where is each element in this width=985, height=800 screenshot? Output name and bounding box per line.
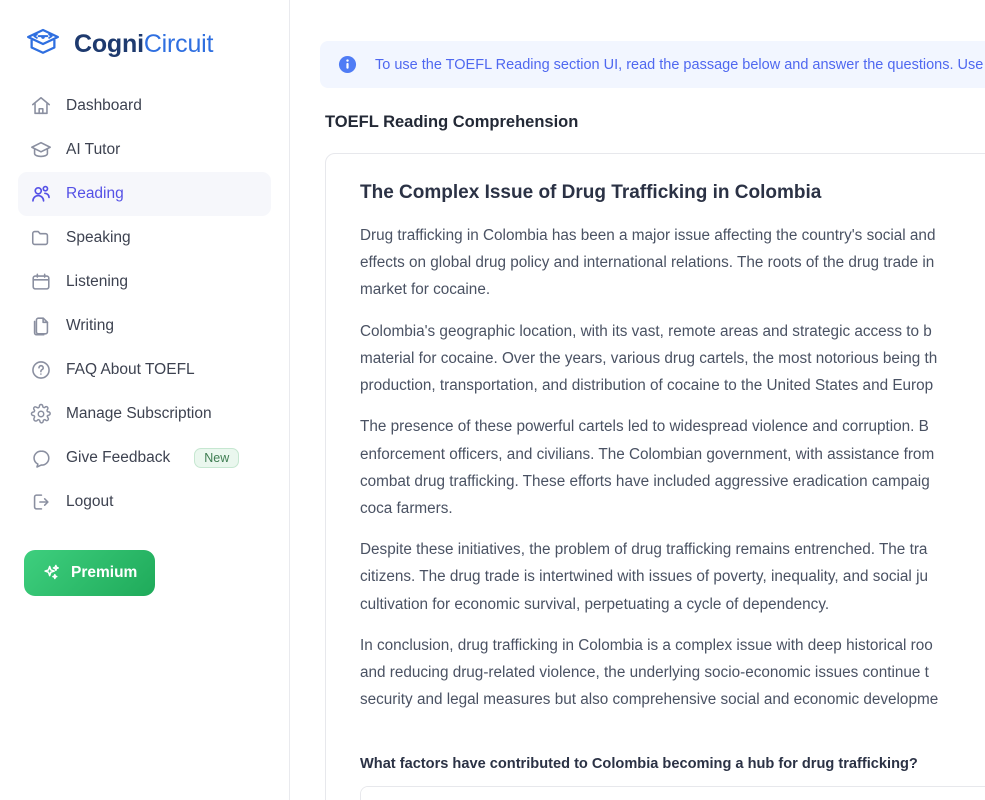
brand-name: CogniCircuit: [74, 30, 213, 59]
app-root: CogniCircuit Dashboard AI Tutor Reading …: [0, 0, 985, 800]
folder-icon: [30, 227, 52, 249]
sidebar-item-label: Manage Subscription: [66, 405, 212, 422]
passage-paragraph: Colombia's geographic location, with its…: [360, 322, 938, 395]
users-icon: [30, 183, 52, 205]
sidebar-item-label: Give Feedback: [66, 449, 171, 466]
sidebar-item-give-feedback[interactable]: Give Feedback New: [18, 436, 271, 480]
passage-paragraph: Despite these initiatives, the problem o…: [360, 541, 928, 613]
sidebar-item-label: Listening: [66, 273, 129, 290]
main-content: To use the TOEFL Reading section UI, rea…: [290, 0, 985, 800]
brand-name-part2: Circuit: [143, 29, 214, 58]
brand-logo[interactable]: CogniCircuit: [0, 0, 289, 72]
sidebar-item-ai-tutor[interactable]: AI Tutor: [18, 128, 271, 172]
sidebar-item-listening[interactable]: Listening: [18, 260, 271, 304]
question-block: What factors have contributed to Colombi…: [360, 756, 985, 800]
page-title: TOEFL Reading Comprehension: [325, 113, 579, 131]
passage-paragraph: Drug trafficking in Colombia has been a …: [360, 227, 936, 299]
copy-documents-icon: [30, 315, 52, 337]
chat-bubble-icon: [30, 447, 52, 469]
sidebar-item-dashboard[interactable]: Dashboard: [18, 84, 271, 128]
premium-button-label: Premium: [71, 564, 138, 581]
sidebar-item-reading[interactable]: Reading: [18, 172, 271, 216]
passage-paragraph: In conclusion, drug trafficking in Colom…: [360, 636, 939, 709]
info-banner-text: To use the TOEFL Reading section UI, rea…: [375, 56, 984, 73]
question-text: What factors have contributed to Colombi…: [360, 755, 918, 772]
calendar-icon: [30, 271, 52, 293]
passage-title: The Complex Issue of Drug Trafficking in…: [360, 182, 822, 203]
premium-button[interactable]: Premium: [24, 550, 156, 596]
info-circle-icon: [338, 55, 357, 74]
sidebar-item-label: Speaking: [66, 229, 131, 246]
sparkles-icon: [44, 564, 59, 580]
answer-options-list: A) Its geographic isolation and poor tra…: [360, 785, 985, 800]
answer-option-a[interactable]: A) Its geographic isolation and poor tra…: [361, 786, 985, 800]
sidebar-item-label: Logout: [66, 493, 114, 510]
status-badge: New: [194, 447, 240, 469]
sidebar-item-speaking[interactable]: Speaking: [18, 216, 271, 260]
sidebar-item-logout[interactable]: Logout: [18, 480, 271, 524]
gear-icon: [30, 403, 52, 425]
sidebar-item-manage-subscription[interactable]: Manage Subscription: [18, 392, 271, 436]
graduation-cap-circuit-icon: [22, 23, 64, 65]
passage-paragraph: The presence of these powerful cartels l…: [360, 418, 935, 517]
logout-icon: [30, 491, 52, 513]
reading-passage-card: The Complex Issue of Drug Trafficking in…: [325, 153, 985, 800]
sidebar-item-label: Dashboard: [66, 97, 142, 114]
sidebar-item-label: AI Tutor: [66, 141, 121, 158]
info-banner: To use the TOEFL Reading section UI, rea…: [320, 41, 985, 88]
brand-name-part1: Cogni: [74, 29, 144, 58]
sidebar-item-label: Reading: [66, 185, 124, 202]
graduation-cap-icon: [30, 139, 52, 161]
sidebar-item-faq-about-toefl[interactable]: FAQ About TOEFL: [18, 348, 271, 392]
question-circle-icon: [30, 359, 52, 381]
home-icon: [30, 95, 52, 117]
sidebar-item-label: Writing: [66, 317, 114, 334]
sidebar: CogniCircuit Dashboard AI Tutor Reading …: [0, 0, 290, 800]
sidebar-nav: Dashboard AI Tutor Reading Speaking List…: [0, 84, 289, 524]
sidebar-item-writing[interactable]: Writing: [18, 304, 271, 348]
sidebar-item-label: FAQ About TOEFL: [66, 361, 195, 378]
